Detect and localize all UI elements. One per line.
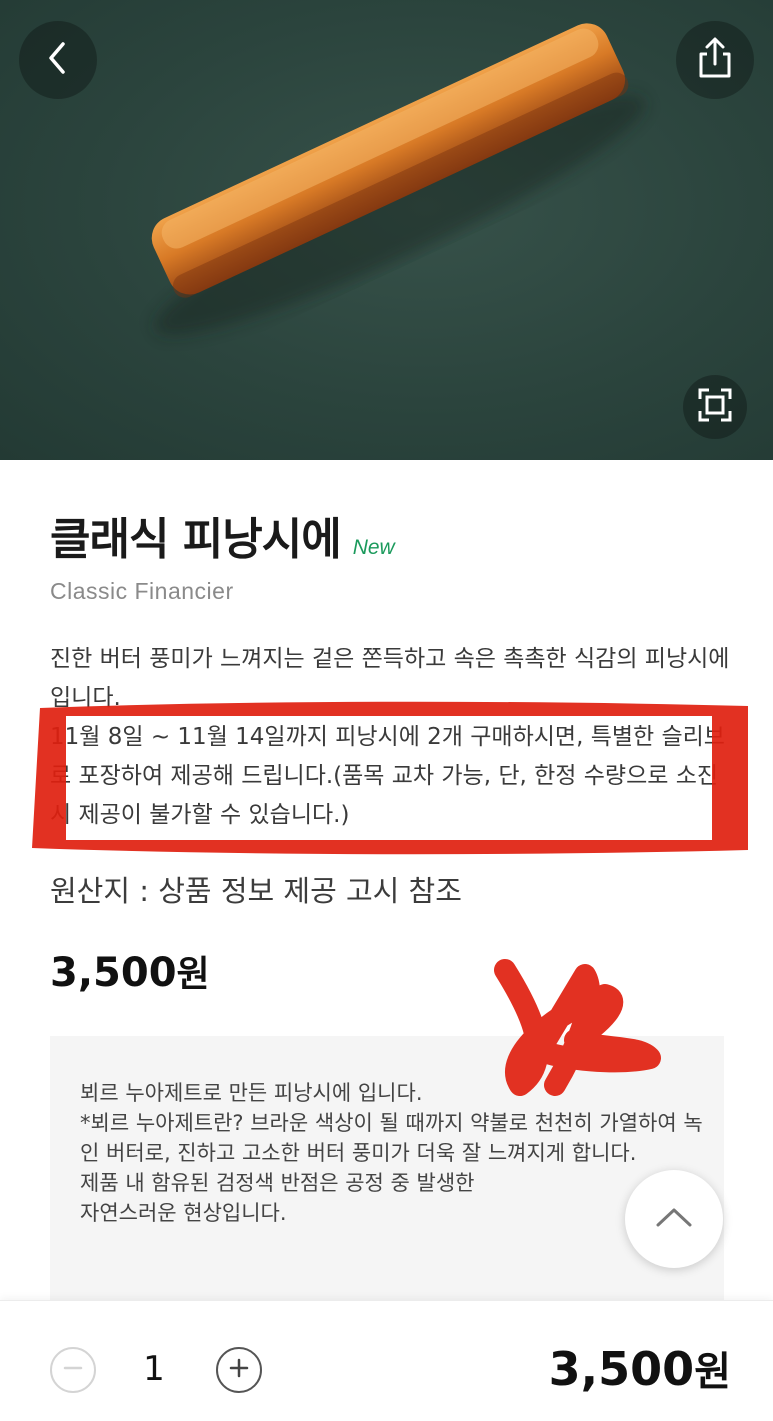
plus-icon xyxy=(228,1357,250,1383)
increase-quantity-button[interactable] xyxy=(216,1347,262,1393)
product-notice: 뵈르 누아제트로 만든 피낭시에 입니다. *뵈르 누아제트란? 브라운 색상이… xyxy=(80,1078,710,1228)
origin-info: 원산지 : 상품 정보 제공 고시 참조 xyxy=(50,874,462,908)
decrease-quantity-button[interactable] xyxy=(50,1347,96,1393)
new-badge: New xyxy=(352,536,395,559)
expand-image-button[interactable] xyxy=(683,375,747,439)
share-icon xyxy=(693,36,737,84)
product-image xyxy=(151,23,646,335)
share-button[interactable] xyxy=(676,21,754,99)
product-notice-box: 뵈르 누아제트로 만든 피낭시에 입니다. *뵈르 누아제트란? 브라운 색상이… xyxy=(50,1036,724,1300)
notice-line: 자연스러운 현상입니다. xyxy=(80,1201,287,1225)
price-currency: 원 xyxy=(176,954,210,995)
expand-icon xyxy=(698,388,732,426)
total-price: 3,500원 xyxy=(549,1339,731,1397)
total-currency: 원 xyxy=(694,1349,731,1395)
scroll-to-top-button[interactable] xyxy=(625,1170,723,1268)
chevron-up-icon xyxy=(654,1205,694,1233)
product-description: 진한 버터 풍미가 느껴지는 겉은 쫀득하고 속은 촉촉한 식감의 피낭시에입니… xyxy=(50,640,740,835)
total-value: 3,500 xyxy=(548,1342,695,1396)
price-value: 3,500 xyxy=(50,950,177,996)
promotion-text: 11월 8일 ~ 11월 14일까지 피낭시에 2개 구매하시면, 특별한 슬리… xyxy=(50,724,725,828)
notice-line: *뵈르 누아제트란? 브라운 색상이 될 때까지 약불로 천천히 가열하여 녹인… xyxy=(80,1111,703,1165)
product-hero xyxy=(0,0,773,460)
product-english-name: Classic Financier xyxy=(50,578,234,604)
product-name: 클래식 피낭시에 xyxy=(50,514,342,565)
notice-line: 뵈르 누아제트로 만든 피낭시에 입니다. xyxy=(80,1081,423,1105)
quantity-value: 1 xyxy=(143,1349,165,1389)
back-button[interactable] xyxy=(19,21,97,99)
product-price: 3,500원 xyxy=(50,945,210,997)
chevron-left-icon xyxy=(43,38,73,82)
product-title-row: 클래식 피낭시에 New xyxy=(50,503,395,567)
minus-icon xyxy=(62,1357,84,1383)
order-bar: 1 3,500원 xyxy=(0,1300,773,1421)
notice-line: 제품 내 함유된 검정색 반점은 공정 중 발생한 xyxy=(80,1171,475,1195)
description-text: 진한 버터 풍미가 느껴지는 겉은 쫀득하고 속은 촉촉한 식감의 피낭시에입니… xyxy=(50,646,730,711)
